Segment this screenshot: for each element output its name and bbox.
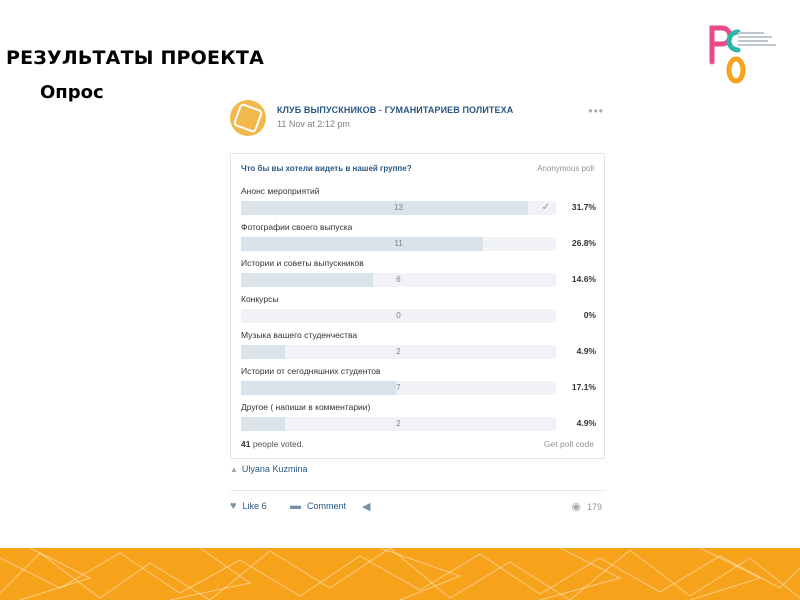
heart-icon: ♥: [230, 500, 237, 512]
comment-label: Comment: [307, 501, 347, 511]
get-poll-code-link[interactable]: Get poll code: [544, 439, 594, 449]
voters-summary[interactable]: 41 people voted.: [241, 439, 304, 449]
poll-bar-track: 7: [241, 381, 556, 395]
poll-option-percent: 17.1%: [571, 382, 596, 392]
poll-vote-count: 0: [396, 311, 401, 320]
poll-vote-count: 6: [396, 275, 401, 284]
share-button[interactable]: ◀: [362, 500, 376, 513]
decorative-footer: [0, 548, 800, 600]
views-count: 179: [586, 501, 602, 512]
poll-option-label: Истории от сегодняшних студентов: [241, 366, 381, 376]
poll-option-percent: 4.9%: [576, 346, 596, 356]
poll-option[interactable]: Конкурсы 0 0%: [241, 294, 596, 328]
poll-option-label: Анонс мероприятий: [241, 186, 320, 196]
poll-option-label: Фотографии своего выпуска: [241, 222, 353, 232]
poll: Что бы вы хотели видеть в нашей группе? …: [230, 153, 605, 459]
poll-option[interactable]: Анонс мероприятий 13 ✓ 31.7%: [241, 186, 596, 220]
poll-option-label: Музыка вашего студенчества: [241, 330, 358, 340]
poll-option[interactable]: Истории и советы выпускников 6 14.6%: [241, 258, 596, 292]
poll-bar-track: 6: [241, 273, 556, 287]
poll-vote-count: 2: [396, 347, 401, 356]
rso-logo-graphic: [709, 25, 746, 84]
more-options-icon[interactable]: •••: [588, 104, 604, 118]
poll-bar-track: 11: [241, 237, 556, 251]
poll-option-label: Другое ( напиши в комментарии): [241, 402, 371, 412]
poll-option[interactable]: Музыка вашего студенчества 2 4.9%: [241, 330, 596, 364]
slide-title: РЕЗУЛЬТАТЫ ПРОЕКТА: [6, 47, 264, 69]
poll-option-percent: 14.6%: [571, 274, 596, 284]
poll-vote-count: 11: [394, 239, 403, 248]
post-author[interactable]: ▲ Ulyana Kuzmina: [230, 464, 307, 474]
check-icon: ✓: [541, 202, 550, 213]
divider: [230, 490, 606, 491]
comment-button[interactable]: ▬ Comment: [290, 500, 346, 512]
rso-logo: [700, 18, 790, 88]
eye-icon: ◉: [571, 501, 581, 513]
poll-option-percent: 31.7%: [571, 202, 596, 212]
vk-post: КЛУБ ВЫПУСКНИКОВ - ГУМАНИТАРИЕВ ПОЛИТЕХА…: [228, 96, 606, 526]
poll-option-percent: 0%: [583, 310, 596, 320]
poll-bar-track: 2: [241, 417, 556, 431]
poll-bar-track: 13 ✓: [241, 201, 556, 215]
voters-text: people voted.: [250, 439, 304, 449]
person-icon: ▲: [230, 465, 238, 474]
poll-option[interactable]: Другое ( напиши в комментарии) 2 4.9%: [241, 402, 596, 436]
slide-subtitle: Опрос: [40, 82, 104, 103]
poll-option[interactable]: Истории от сегодняшних студентов 7 17.1%: [241, 366, 596, 400]
logo-caption-lines: [738, 32, 778, 48]
poll-vote-count: 7: [396, 383, 401, 392]
post-actions: ♥ Like 6 ▬ Comment ◀ ◉ 179: [230, 500, 606, 516]
megaphone-icon: ◀: [362, 501, 371, 513]
like-count: 6: [261, 501, 267, 511]
group-name-link[interactable]: КЛУБ ВЫПУСКНИКОВ - ГУМАНИТАРИЕВ ПОЛИТЕХА: [277, 105, 513, 115]
post-date-link[interactable]: 11 Nov at 2:12 pm: [277, 119, 350, 129]
poll-option[interactable]: Фотографии своего выпуска 11 26.8%: [241, 222, 596, 256]
poll-option-label: Конкурсы: [241, 294, 279, 304]
author-name: Ulyana Kuzmina: [241, 464, 308, 474]
comment-icon: ▬: [290, 500, 301, 512]
poll-bar-track: 2: [241, 345, 556, 359]
poll-option-label: Истории и советы выпускников: [241, 258, 364, 268]
poll-vote-count: 13: [394, 203, 403, 212]
poll-vote-count: 2: [396, 419, 401, 428]
footer-pattern: [0, 548, 800, 600]
poll-option-percent: 26.8%: [571, 238, 596, 248]
poll-bar-track: 0: [241, 309, 556, 323]
like-button[interactable]: ♥ Like 6: [230, 500, 267, 512]
poll-option-percent: 4.9%: [576, 418, 596, 428]
poll-question: Что бы вы хотели видеть в нашей группе?: [241, 164, 412, 173]
views-counter: ◉ 179: [571, 500, 602, 513]
group-avatar[interactable]: [230, 100, 266, 136]
poll-type: Anonymous poll: [537, 164, 594, 173]
like-label: Like: [242, 501, 260, 511]
